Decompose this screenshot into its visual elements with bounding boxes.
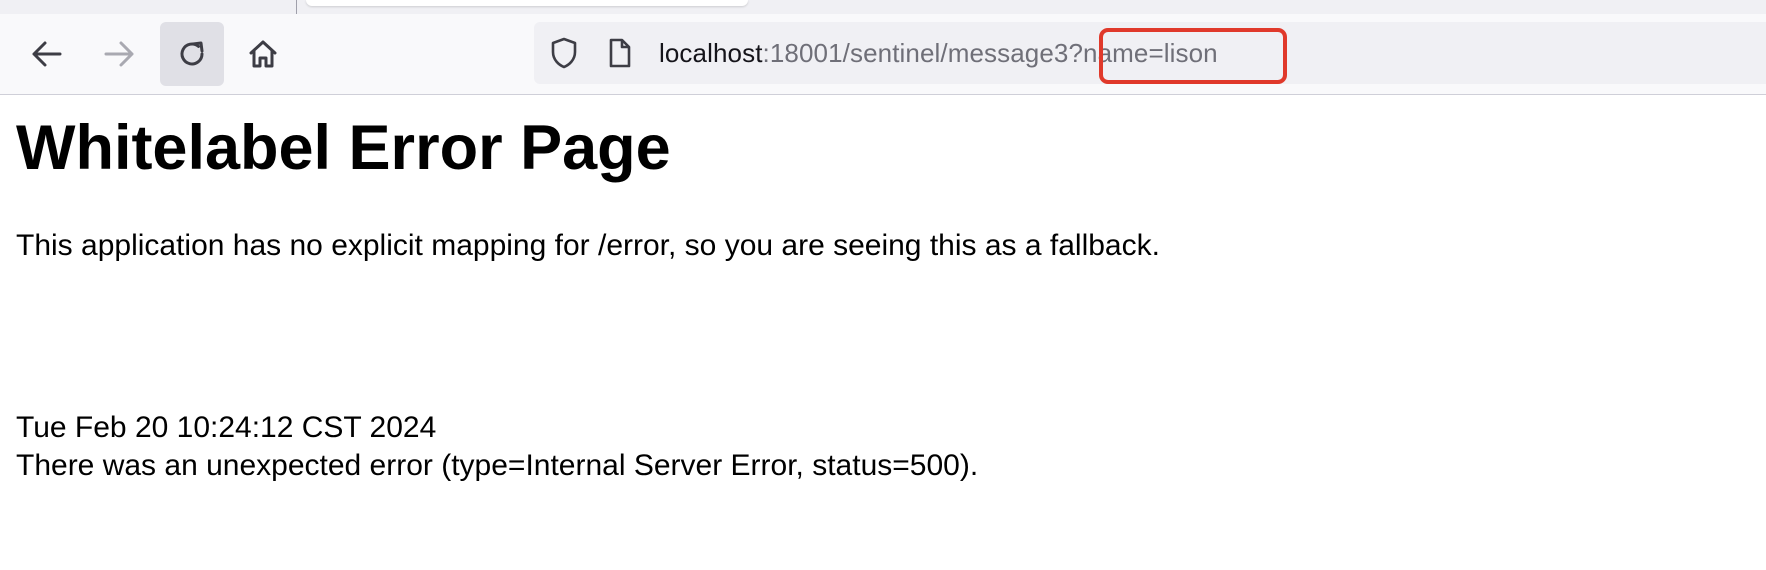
browser-toolbar: localhost:18001/sentinel/message3?name=l… (0, 0, 1766, 95)
shield-icon[interactable] (549, 22, 579, 84)
home-button[interactable] (231, 22, 295, 86)
page-title: Whitelabel Error Page (16, 113, 671, 183)
query-highlight-box (1099, 28, 1287, 84)
back-arrow-icon (31, 40, 63, 68)
page-icon[interactable] (607, 22, 633, 84)
home-icon (247, 38, 279, 70)
active-tab[interactable] (306, 0, 748, 6)
tab-divider (296, 0, 297, 14)
back-button[interactable] (15, 22, 79, 86)
reload-button[interactable] (160, 22, 224, 86)
fallback-message: This application has no explicit mapping… (16, 229, 1160, 262)
url-host: localhost (659, 38, 763, 68)
url-path: :18001/sentinel/message3 (762, 38, 1069, 68)
error-timestamp: Tue Feb 20 10:24:12 CST 2024 (16, 411, 437, 444)
reload-icon (176, 38, 208, 70)
forward-button[interactable] (87, 22, 151, 86)
forward-arrow-icon (103, 40, 135, 68)
error-details: There was an unexpected error (type=Inte… (16, 449, 979, 482)
tab-strip (0, 0, 1766, 14)
